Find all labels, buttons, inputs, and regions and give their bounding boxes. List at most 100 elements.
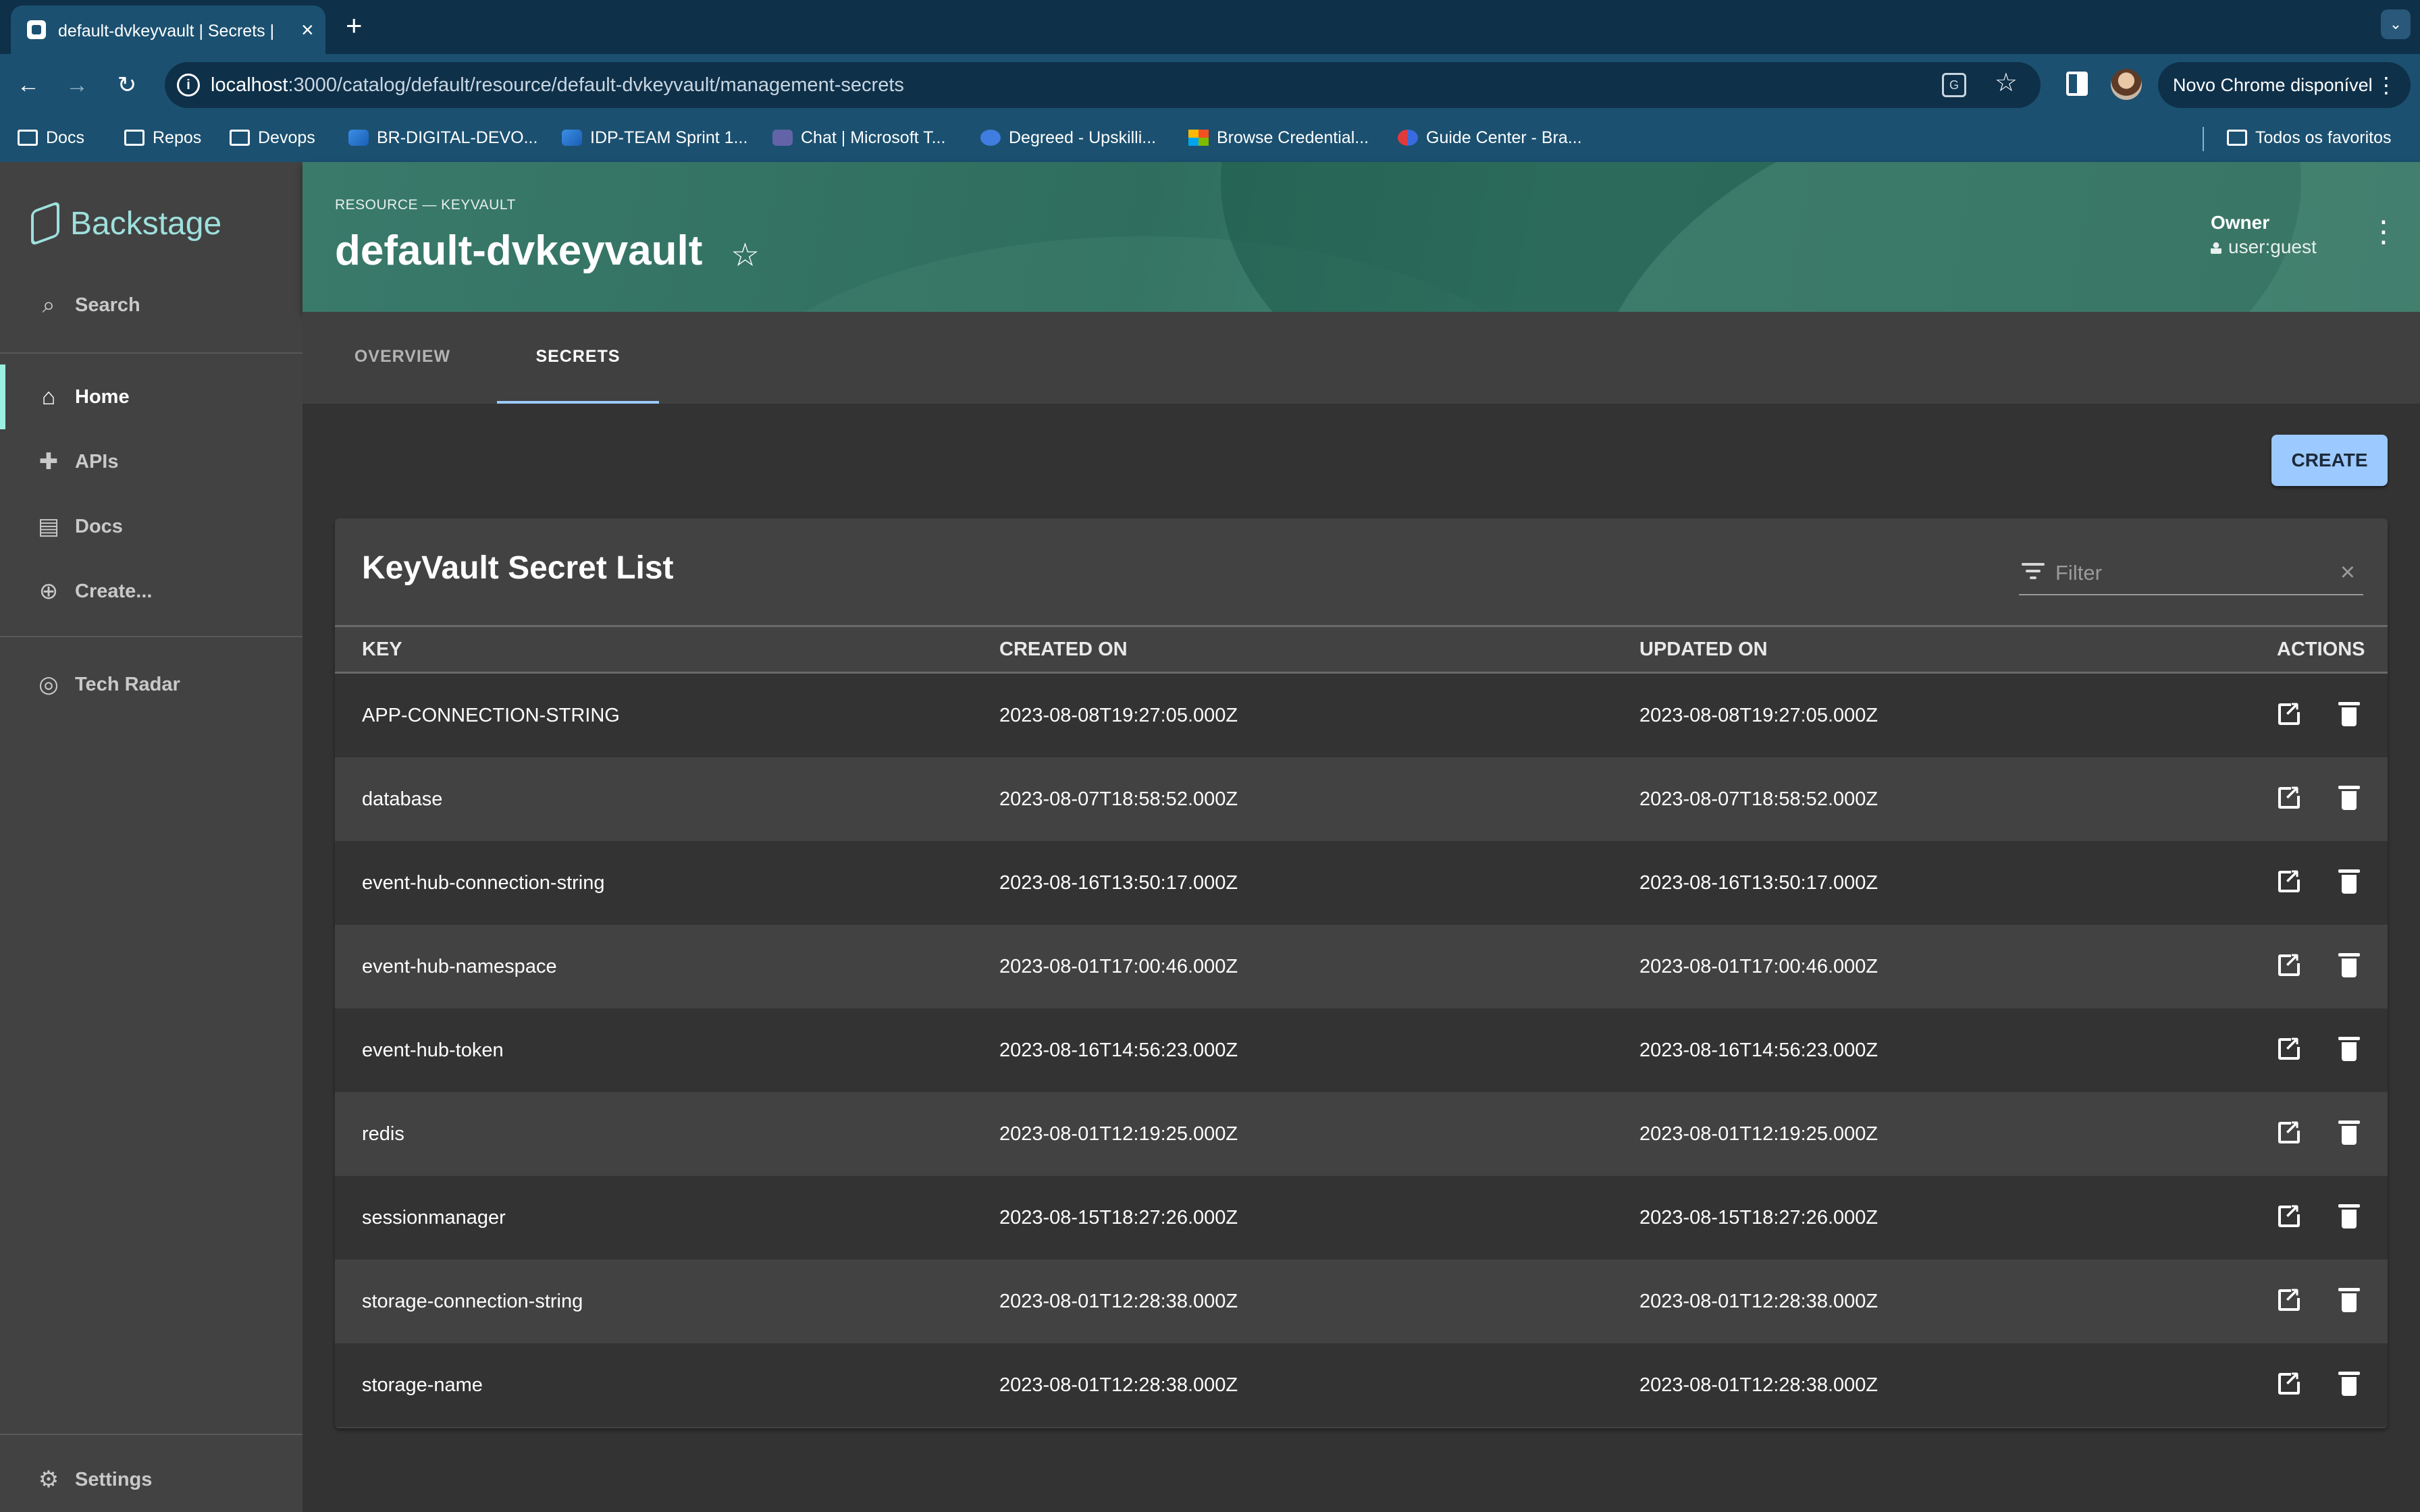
cell-updated-on: 2023-08-07T18:58:52.000Z — [1639, 788, 1878, 810]
column-header-updated-on[interactable]: UPDATED ON — [1639, 627, 1768, 672]
cell-created-on: 2023-08-01T12:19:25.000Z — [999, 1123, 1238, 1145]
sidebar-item-apis[interactable]: ✚ APIs — [0, 429, 302, 494]
degreed-icon — [980, 130, 1001, 146]
radar-icon: ◎ — [38, 672, 59, 697]
cell-key: event-hub-namespace — [362, 956, 557, 977]
entity-header: RESOURCE — KEYVAULT default-dvkeyvault ☆… — [302, 162, 2420, 312]
back-icon[interactable]: ← — [14, 70, 43, 100]
cell-updated-on: 2023-08-15T18:27:26.000Z — [1639, 1207, 1878, 1228]
open-in-new-icon[interactable] — [2278, 865, 2302, 892]
all-bookmarks[interactable]: Todos os favoritos — [2227, 128, 2392, 148]
open-in-new-icon[interactable] — [2278, 949, 2302, 976]
filter-input[interactable] — [2055, 560, 2312, 586]
sidebar-item-home[interactable]: ⌂ Home — [0, 364, 302, 429]
entity-tabs: OVERVIEW SECRETS — [302, 312, 2420, 404]
filter-field[interactable]: × — [2019, 556, 2363, 595]
delete-icon[interactable] — [2338, 701, 2360, 726]
delete-icon[interactable] — [2338, 1370, 2360, 1396]
delete-icon[interactable] — [2338, 1203, 2360, 1228]
table-row: storage-connection-string 2023-08-01T12:… — [335, 1260, 2388, 1343]
folder-icon — [124, 130, 144, 146]
cell-key: APP-CONNECTION-STRING — [362, 705, 620, 726]
reload-icon[interactable]: ↻ — [112, 70, 142, 100]
owner-link[interactable]: user:guest — [2211, 236, 2317, 258]
sidebar-search[interactable]: ⌕ Search — [0, 273, 302, 338]
open-in-new-icon[interactable] — [2278, 1368, 2302, 1395]
library-icon: ▤ — [37, 514, 60, 539]
site-info-icon[interactable]: i — [177, 74, 200, 97]
cell-created-on: 2023-08-01T17:00:46.000Z — [999, 956, 1238, 977]
open-in-new-icon[interactable] — [2278, 1284, 2302, 1311]
column-header-key[interactable]: KEY — [362, 627, 402, 672]
backstage-favicon-icon — [27, 20, 46, 39]
cell-key: storage-connection-string — [362, 1291, 583, 1312]
sidebar-item-create[interactable]: ⊕ Create... — [0, 559, 302, 624]
forward-icon[interactable]: → — [62, 70, 92, 100]
cell-updated-on: 2023-08-01T17:00:46.000Z — [1639, 956, 1878, 977]
sidebar-item-tech-radar[interactable]: ◎ Tech Radar — [0, 652, 302, 717]
side-panel-icon[interactable] — [2066, 72, 2088, 96]
cell-updated-on: 2023-08-16T14:56:23.000Z — [1639, 1040, 1878, 1061]
create-button[interactable]: CREATE — [2271, 435, 2388, 486]
table-row: redis 2023-08-01T12:19:25.000Z 2023-08-0… — [335, 1092, 2388, 1176]
bookmark-guide-center[interactable]: Guide Center - Bra... — [1398, 128, 1582, 148]
cell-updated-on: 2023-08-01T12:19:25.000Z — [1639, 1123, 1878, 1145]
tab-secrets[interactable]: SECRETS — [497, 312, 659, 404]
browser-tab-title: default-dvkeyvault | Secrets | — [58, 22, 275, 40]
table-row: event-hub-token 2023-08-16T14:56:23.000Z… — [335, 1008, 2388, 1092]
translate-icon[interactable]: G — [1942, 73, 1966, 97]
more-options-icon[interactable]: ⋮ — [2369, 217, 2398, 247]
guide-icon — [1398, 130, 1418, 146]
sidebar-item-docs[interactable]: ▤ Docs — [0, 494, 302, 559]
open-in-new-icon[interactable] — [2278, 698, 2302, 725]
clear-filter-icon[interactable]: × — [2340, 556, 2355, 589]
bookmark-star-icon[interactable]: ☆ — [1995, 68, 2018, 98]
chrome-menu-icon[interactable]: ⋮ — [2375, 62, 2397, 108]
column-header-created-on[interactable]: CREATED ON — [999, 627, 1128, 672]
cell-created-on: 2023-08-01T12:28:38.000Z — [999, 1374, 1238, 1396]
close-tab-icon[interactable]: × — [301, 18, 314, 42]
delete-icon[interactable] — [2338, 952, 2360, 977]
browser-tab[interactable]: default-dvkeyvault | Secrets | × — [11, 5, 325, 54]
open-in-new-icon[interactable] — [2278, 782, 2302, 809]
address-bar[interactable]: i localhost:3000/catalog/default/resourc… — [165, 62, 2041, 108]
secret-list-card: KeyVault Secret List × KEY CREATED ON UP… — [335, 518, 2388, 1428]
open-in-new-icon[interactable] — [2278, 1033, 2302, 1060]
cell-created-on: 2023-08-07T18:58:52.000Z — [999, 788, 1238, 810]
delete-icon[interactable] — [2338, 1035, 2360, 1061]
cell-key: sessionmanager — [362, 1207, 506, 1228]
bookmark-br-digital-devops[interactable]: BR-DIGITAL-DEVO... — [348, 128, 537, 148]
sidebar: Backstage ⌕ Search ⌂ Home ✚ APIs ▤ Docs … — [0, 162, 302, 1512]
backstage-logo-icon — [31, 200, 59, 246]
add-circle-icon: ⊕ — [38, 578, 59, 604]
favorite-star-icon[interactable]: ☆ — [731, 236, 760, 274]
delete-icon[interactable] — [2338, 868, 2360, 894]
profile-avatar[interactable] — [2111, 69, 2142, 100]
delete-icon[interactable] — [2338, 784, 2360, 810]
bookmark-idp-team-sprint[interactable]: IDP-TEAM Sprint 1... — [562, 128, 747, 148]
bookmark-degreed[interactable]: Degreed - Upskilli... — [980, 128, 1156, 148]
bookmark-docs[interactable]: Docs — [18, 128, 84, 148]
bookmark-microsoft-teams[interactable]: Chat | Microsoft T... — [772, 128, 945, 148]
table-row: event-hub-namespace 2023-08-01T17:00:46.… — [335, 925, 2388, 1008]
teams-icon — [772, 130, 793, 146]
delete-icon[interactable] — [2338, 1287, 2360, 1312]
cell-key: redis — [362, 1123, 404, 1145]
backstage-logo[interactable]: Backstage — [31, 200, 221, 246]
tab-search-icon[interactable]: ⌄ — [2381, 9, 2411, 39]
url-text[interactable]: localhost:3000/catalog/default/resource/… — [211, 74, 904, 97]
chrome-update-button[interactable]: Novo Chrome disponível ⋮ — [2158, 62, 2411, 108]
delete-icon[interactable] — [2338, 1119, 2360, 1145]
open-in-new-icon[interactable] — [2278, 1200, 2302, 1227]
cell-updated-on: 2023-08-01T12:28:38.000Z — [1639, 1291, 1878, 1312]
table-header: KEY CREATED ON UPDATED ON ACTIONS — [335, 625, 2388, 674]
breadcrumb: RESOURCE — KEYVAULT — [335, 197, 516, 213]
bookmark-browse-credentials[interactable]: Browse Credential... — [1188, 128, 1369, 148]
bookmark-repos[interactable]: Repos — [124, 128, 201, 148]
sidebar-item-settings[interactable]: ⚙ Settings — [0, 1447, 302, 1512]
bookmark-devops[interactable]: Devops — [230, 128, 315, 148]
cell-created-on: 2023-08-01T12:28:38.000Z — [999, 1291, 1238, 1312]
new-tab-icon[interactable]: + — [346, 11, 363, 40]
open-in-new-icon[interactable] — [2278, 1116, 2302, 1143]
tab-overview[interactable]: OVERVIEW — [330, 312, 475, 404]
